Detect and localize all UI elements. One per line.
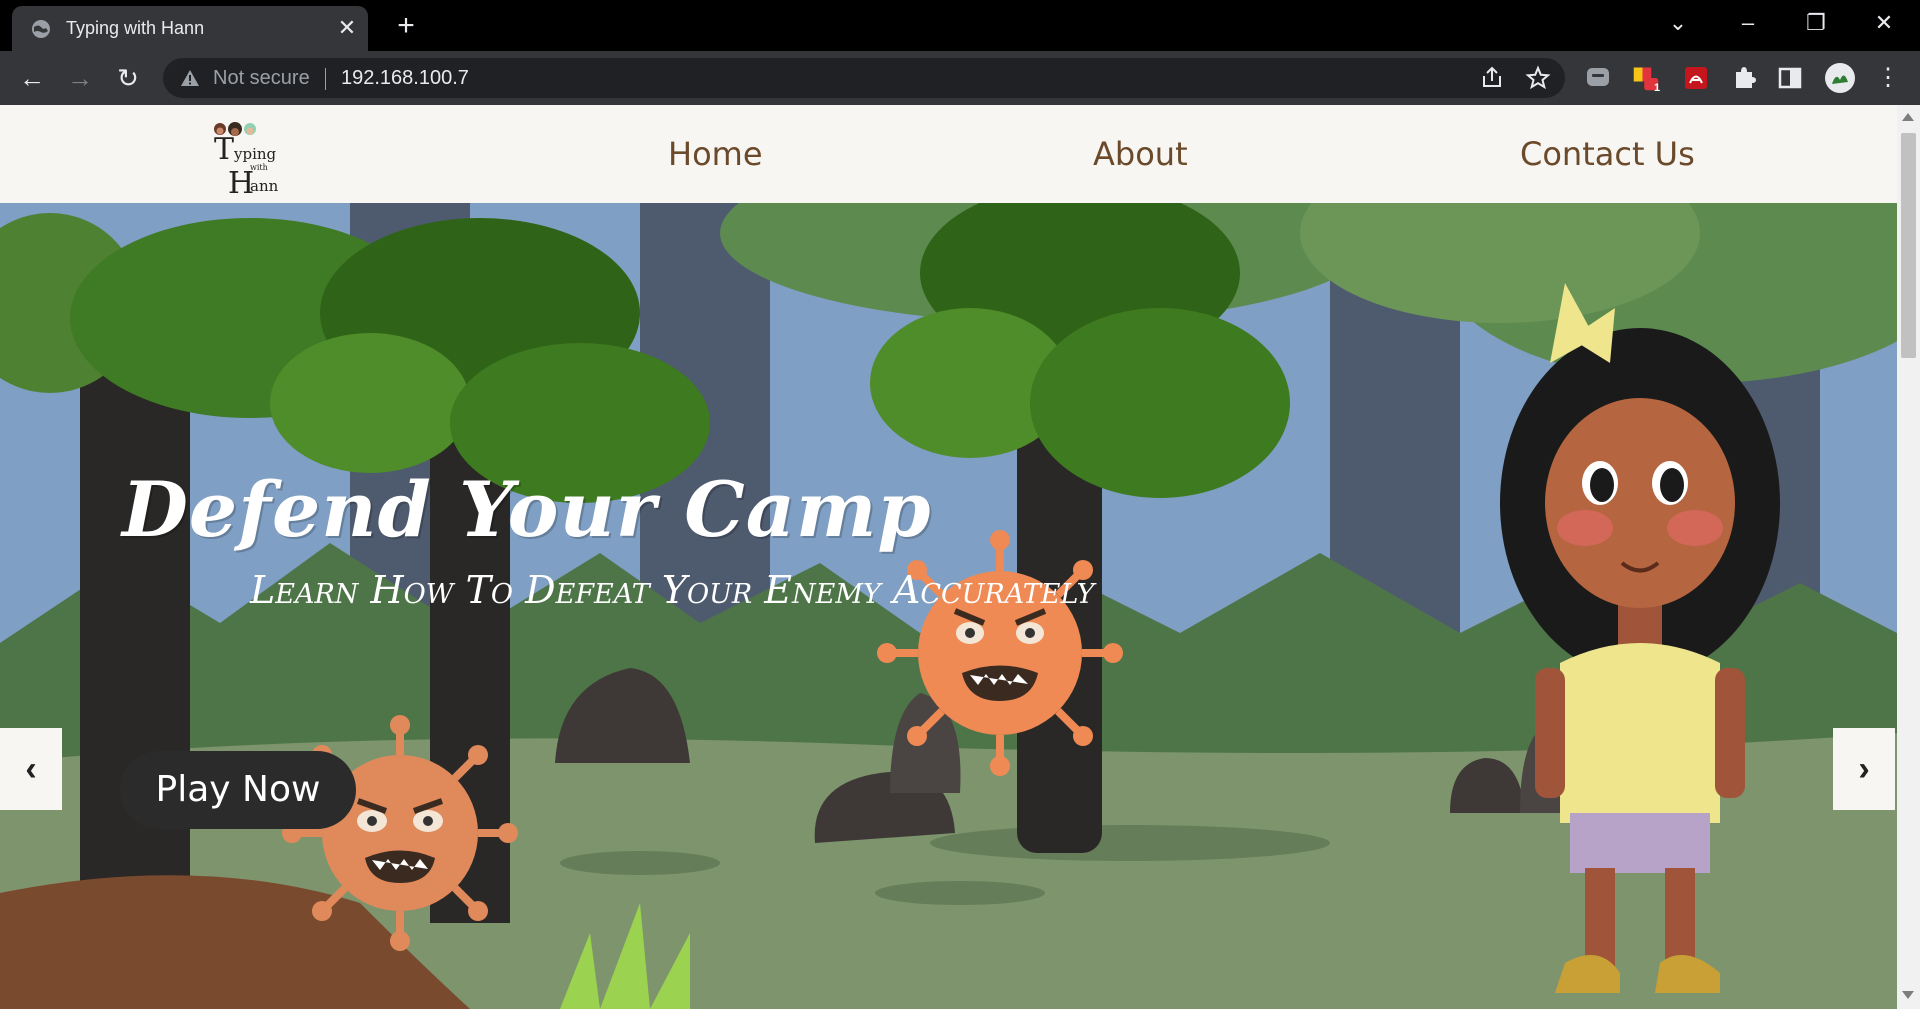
pdf-extension-icon[interactable] — [1682, 64, 1710, 92]
reload-icon[interactable]: ↻ — [110, 60, 146, 96]
close-window-icon[interactable]: ✕ — [1864, 6, 1904, 40]
site-navbar: T yping with H ann Home About Contact Us — [0, 105, 1897, 203]
browser-toolbar: ← → ↻ Not secure 192.168.100.7 1 ⋮ — [0, 51, 1920, 105]
address-divider — [325, 68, 326, 90]
tab-close-icon[interactable]: ✕ — [334, 15, 360, 41]
scrollbar-thumb[interactable] — [1901, 133, 1916, 358]
bookmark-star-icon[interactable] — [1525, 65, 1551, 91]
carousel-next-button[interactable]: › — [1833, 728, 1895, 810]
nav-about-link[interactable]: About — [1093, 135, 1188, 173]
url-text[interactable]: 192.168.100.7 — [341, 67, 469, 90]
globe-icon — [32, 20, 50, 38]
forward-icon[interactable]: → — [62, 60, 98, 96]
play-now-button[interactable]: Play Now — [120, 751, 356, 829]
scroll-up-icon[interactable] — [1902, 113, 1914, 121]
svg-text:ann: ann — [250, 177, 279, 195]
svg-text:T: T — [214, 132, 234, 167]
scroll-down-icon[interactable] — [1902, 991, 1914, 999]
share-icon[interactable] — [1479, 65, 1505, 91]
tab-title: Typing with Hann — [66, 18, 205, 38]
security-label[interactable]: Not secure — [213, 67, 310, 90]
nav-home-link[interactable]: Home — [668, 135, 763, 173]
browser-tab[interactable]: Typing with Hann ✕ — [12, 6, 368, 51]
hero-title: Defend Your Camp — [122, 465, 932, 554]
back-icon[interactable]: ← — [14, 60, 50, 96]
hero-subtitle: Learn How To Defeat Your Enemy Accuratel… — [250, 568, 1095, 612]
new-tab-icon[interactable]: + — [390, 10, 422, 42]
profile-avatar[interactable] — [1824, 62, 1856, 94]
side-panel-icon[interactable] — [1776, 64, 1804, 92]
extensions-puzzle-icon[interactable] — [1730, 64, 1758, 92]
chat-extension-icon[interactable] — [1584, 64, 1612, 92]
page-viewport: T yping with H ann Home About Contact Us — [0, 105, 1897, 1009]
hero-carousel: Defend Your Camp Learn How To Defeat You… — [0, 203, 1897, 1009]
nav-contact-link[interactable]: Contact Us — [1520, 135, 1695, 173]
page-scrollbar[interactable] — [1897, 105, 1920, 1009]
tab-search-icon[interactable]: ⌄ — [1658, 6, 1698, 40]
menu-kebab-icon[interactable]: ⋮ — [1870, 60, 1906, 96]
carousel-prev-button[interactable]: ‹ — [0, 728, 62, 810]
browser-tabstrip: Typing with Hann ✕ + ⌄ – ❐ ✕ — [0, 0, 1920, 51]
warning-icon — [181, 70, 199, 86]
minimize-icon[interactable]: – — [1728, 6, 1768, 40]
site-logo[interactable]: T yping with H ann — [210, 117, 290, 195]
address-bar[interactable]: Not secure 192.168.100.7 — [163, 58, 1565, 98]
svg-text:yping: yping — [233, 145, 277, 163]
restore-icon[interactable]: ❐ — [1796, 6, 1836, 40]
extension-badge-count: 1 — [1653, 82, 1661, 94]
